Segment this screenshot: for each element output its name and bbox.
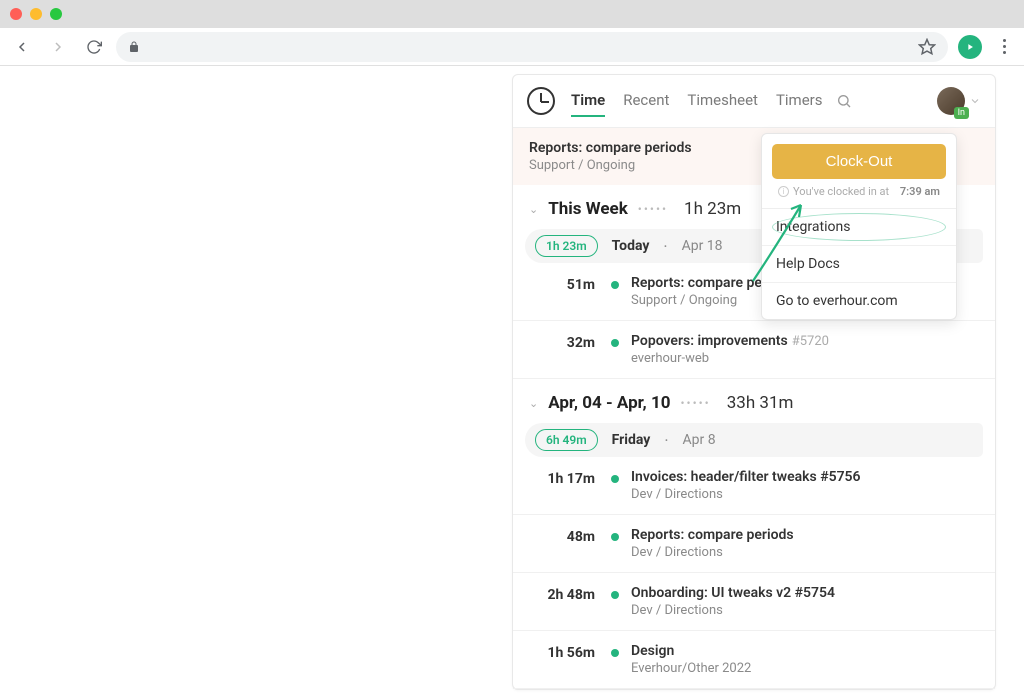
time-entry[interactable]: 48m Reports: compare periods Dev / Direc… bbox=[513, 515, 995, 573]
entry-duration: 32m bbox=[529, 333, 599, 366]
entry-sub: Dev / Directions bbox=[631, 545, 979, 560]
info-icon: i bbox=[778, 186, 789, 197]
nav-tabs: Time Recent Timesheet Timers bbox=[571, 85, 822, 117]
bookmark-star-icon[interactable] bbox=[918, 38, 936, 56]
clock-note: i You've clocked in at 7:39 am bbox=[772, 185, 946, 198]
status-badge: In bbox=[954, 107, 969, 119]
section-header[interactable]: ⌄ Apr, 04 - Apr, 10 ••••• 33h 31m bbox=[513, 379, 995, 423]
day-date: Apr 8 bbox=[683, 432, 716, 448]
entry-duration: 48m bbox=[529, 527, 599, 560]
extension-panel: Time Recent Timesheet Timers In Reports:… bbox=[512, 74, 996, 690]
entry-sub: everhour-web bbox=[631, 351, 979, 366]
window-maximize[interactable] bbox=[50, 8, 62, 20]
tab-strip bbox=[0, 0, 1024, 28]
section-total: 33h 31m bbox=[727, 393, 794, 413]
back-button[interactable] bbox=[8, 33, 36, 61]
time-entry[interactable]: 1h 17m Invoices: header/filter tweaks #5… bbox=[513, 457, 995, 515]
day-dots: ••••• bbox=[638, 202, 668, 216]
status-dot-icon bbox=[611, 339, 619, 347]
entry-sub: Dev / Directions bbox=[631, 603, 979, 618]
forward-button[interactable] bbox=[44, 33, 72, 61]
search-icon[interactable] bbox=[836, 93, 852, 109]
day-total-pill: 6h 49m bbox=[535, 429, 598, 451]
clock-out-button[interactable]: Clock-Out bbox=[772, 144, 946, 179]
window-minimize[interactable] bbox=[30, 8, 42, 20]
user-dropdown: Clock-Out i You've clocked in at 7:39 am… bbox=[761, 133, 957, 320]
status-dot-icon bbox=[611, 281, 619, 289]
status-dot-icon bbox=[611, 649, 619, 657]
panel-header: Time Recent Timesheet Timers In bbox=[513, 75, 995, 128]
chevron-down-icon: ⌄ bbox=[529, 397, 538, 410]
app-logo-icon bbox=[527, 87, 555, 115]
entry-duration: 1h 56m bbox=[529, 643, 599, 676]
entry-duration: 2h 48m bbox=[529, 585, 599, 618]
day-dots: ••••• bbox=[680, 396, 710, 410]
tab-recent[interactable]: Recent bbox=[623, 85, 669, 117]
day-date: Apr 18 bbox=[682, 238, 723, 254]
section-title: Apr, 04 - Apr, 10 bbox=[548, 393, 670, 413]
entry-sub: Everhour/Other 2022 bbox=[631, 661, 979, 676]
lock-icon bbox=[128, 41, 140, 53]
status-dot-icon bbox=[611, 591, 619, 599]
chevron-down-icon bbox=[969, 95, 981, 107]
chevron-down-icon: ⌄ bbox=[529, 203, 538, 216]
tab-time[interactable]: Time bbox=[571, 85, 605, 117]
section-total: 1h 23m bbox=[684, 199, 741, 219]
reload-button[interactable] bbox=[80, 33, 108, 61]
page: Time Recent Timesheet Timers In Reports:… bbox=[0, 66, 1024, 698]
menu-go-to-site[interactable]: Go to everhour.com bbox=[762, 283, 956, 319]
menu-integrations[interactable]: Integrations bbox=[762, 209, 956, 246]
entry-title: Onboarding: UI tweaks v2 #5754 bbox=[631, 585, 979, 601]
entry-title: Invoices: header/filter tweaks #5756 bbox=[631, 469, 979, 485]
status-dot-icon bbox=[611, 533, 619, 541]
tab-timesheet[interactable]: Timesheet bbox=[687, 85, 758, 117]
menu-help-docs[interactable]: Help Docs bbox=[762, 246, 956, 283]
time-entry[interactable]: 2h 48m Onboarding: UI tweaks v2 #5754 De… bbox=[513, 573, 995, 631]
window-close[interactable] bbox=[10, 8, 22, 20]
entry-duration: 1h 17m bbox=[529, 469, 599, 502]
time-entry[interactable]: 1h 56m Design Everhour/Other 2022 bbox=[513, 631, 995, 689]
entry-title: Reports: compare periods bbox=[631, 527, 979, 543]
browser-toolbar bbox=[0, 28, 1024, 66]
play-icon bbox=[958, 35, 982, 59]
day-name: Friday bbox=[612, 432, 651, 448]
entry-duration: 51m bbox=[529, 275, 599, 308]
browser-chrome bbox=[0, 0, 1024, 66]
user-menu[interactable]: In bbox=[937, 87, 981, 115]
browser-menu[interactable] bbox=[992, 39, 1016, 54]
entry-title: Popovers: improvements#5720 bbox=[631, 333, 979, 349]
day-row: 6h 49m Friday · Apr 8 bbox=[525, 423, 983, 457]
url-bar[interactable] bbox=[116, 32, 948, 62]
day-name: Today bbox=[612, 238, 650, 254]
day-total-pill: 1h 23m bbox=[535, 235, 598, 257]
section-title: This Week bbox=[548, 199, 628, 219]
time-entry[interactable]: 32m Popovers: improvements#5720 everhour… bbox=[513, 321, 995, 379]
entry-title: Design bbox=[631, 643, 979, 659]
extension-button[interactable] bbox=[956, 33, 984, 61]
entry-sub: Dev / Directions bbox=[631, 487, 979, 502]
entry-tag: #5720 bbox=[792, 334, 829, 349]
tab-timers[interactable]: Timers bbox=[776, 85, 823, 117]
status-dot-icon bbox=[611, 475, 619, 483]
